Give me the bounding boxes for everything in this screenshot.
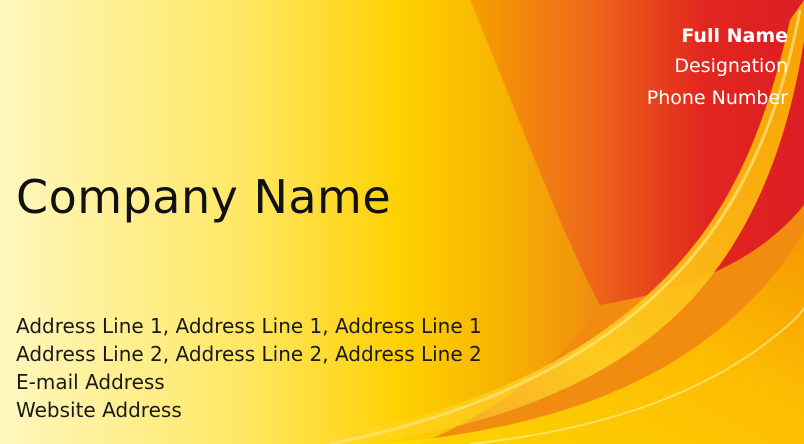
phone-number: Phone Number: [646, 87, 788, 109]
company-name: Company Name: [16, 170, 392, 224]
address-block: Address Line 1, Address Line 1, Address …: [16, 312, 482, 424]
address-line-2: Address Line 2, Address Line 2, Address …: [16, 342, 482, 366]
designation: Designation: [674, 55, 788, 77]
website-address: Website Address: [16, 398, 182, 422]
full-name: Full Name: [681, 25, 788, 47]
business-card: Full Name Designation Phone Number Compa…: [0, 0, 804, 444]
email-address: E-mail Address: [16, 370, 165, 394]
address-line-1: Address Line 1, Address Line 1, Address …: [16, 314, 482, 338]
contact-block: Full Name Designation Phone Number: [647, 22, 788, 114]
